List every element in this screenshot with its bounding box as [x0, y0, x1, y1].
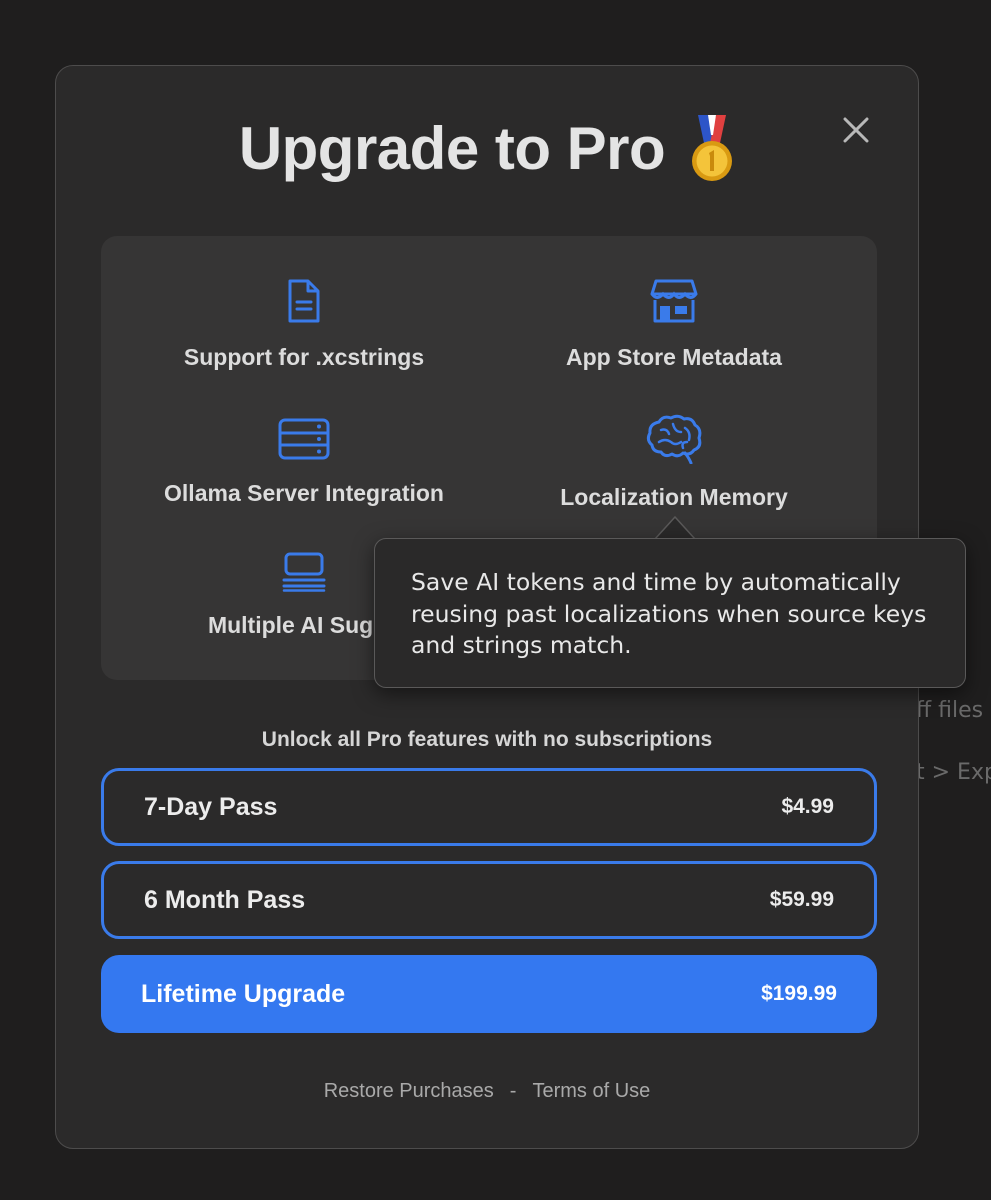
- list-monitor-icon: [282, 552, 326, 592]
- plan-lifetime-upgrade[interactable]: Lifetime Upgrade $199.99: [101, 955, 877, 1033]
- modal-title-text: Upgrade to Pro: [238, 115, 666, 182]
- feature-label: Localization Memory: [560, 484, 788, 510]
- background-text: ff files: [916, 698, 984, 723]
- footer-separator: -: [509, 1080, 517, 1102]
- plan-price: $4.99: [781, 795, 834, 818]
- plan-name: Lifetime Upgrade: [141, 979, 346, 1008]
- tooltip-arrow: [655, 516, 695, 540]
- server-rack-icon: [278, 418, 330, 460]
- storefront-icon: [650, 279, 698, 323]
- plan-price: $59.99: [769, 888, 834, 911]
- modal-footer: Restore Purchases - Terms of Use: [56, 1080, 918, 1103]
- plan-6-month-pass[interactable]: 6 Month Pass $59.99: [101, 861, 877, 939]
- terms-of-use-link[interactable]: Terms of Use: [532, 1080, 650, 1103]
- brain-icon: [646, 414, 702, 464]
- unlock-caption: Unlock all Pro features with no subscrip…: [261, 728, 713, 751]
- feature-ollama-server: Ollama Server Integration: [114, 418, 494, 507]
- feature-label: Multiple AI Sugge: [207, 612, 401, 638]
- feature-label: Support for .xcstrings: [183, 344, 425, 370]
- plan-name: 7-Day Pass: [144, 792, 278, 821]
- document-icon: [288, 279, 320, 323]
- feature-app-store-metadata: App Store Metadata: [484, 278, 864, 371]
- close-icon[interactable]: [840, 114, 872, 146]
- tooltip-line: Save AI tokens and time by automatically: [411, 568, 901, 596]
- background-text: t > Exp: [916, 760, 991, 785]
- tooltip-line: reusing past localizations when source k…: [411, 599, 927, 628]
- feature-xcstrings: Support for .xcstrings: [114, 278, 494, 371]
- feature-localization-memory: Localization Memory: [484, 414, 864, 511]
- plan-name: 6 Month Pass: [144, 885, 306, 914]
- feature-label: App Store Metadata: [566, 344, 782, 370]
- plan-price: $199.99: [761, 982, 837, 1005]
- restore-purchases-link[interactable]: Restore Purchases: [324, 1080, 494, 1103]
- tooltip-line: and strings match.: [411, 631, 632, 659]
- feature-tooltip: Save AI tokens and time by automatically…: [374, 538, 966, 688]
- medal-icon: [692, 114, 733, 181]
- plan-7-day-pass[interactable]: 7-Day Pass $4.99: [101, 768, 877, 846]
- modal-title: Upgrade to Pro: [56, 114, 918, 183]
- feature-label: Ollama Server Integration: [164, 480, 444, 506]
